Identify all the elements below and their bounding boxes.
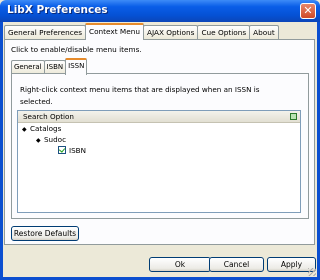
search-option-tree[interactable]: Search Option ◆ Catalogs ◆ Sudoc ISBN: [17, 110, 301, 213]
isbn-checkbox[interactable]: [58, 146, 66, 154]
tree-column-header[interactable]: Search Option: [18, 111, 300, 123]
diamond-icon[interactable]: ◆: [36, 136, 44, 146]
tree-row-label: Catalogs: [30, 124, 62, 133]
title-bar[interactable]: LibX Preferences ✕: [0, 0, 320, 22]
identifier-tab-strip: General ISBN ISSN: [11, 58, 88, 75]
column-picker-icon[interactable]: [290, 113, 297, 120]
tree-row-label: Sudoc: [44, 135, 67, 144]
restore-defaults-button[interactable]: Restore Defaults: [11, 226, 79, 241]
window-frame-left: [0, 22, 3, 280]
tree-row-isbn[interactable]: ISBN: [58, 146, 86, 156]
window-title: LibX Preferences: [7, 4, 108, 16]
close-icon[interactable]: ✕: [300, 3, 316, 19]
diamond-icon[interactable]: ◆: [22, 125, 30, 135]
ok-button[interactable]: Ok: [149, 257, 211, 272]
tree-row-sudoc[interactable]: ◆ Sudoc: [36, 135, 66, 146]
cancel-button[interactable]: Cancel: [209, 257, 264, 272]
instruction-text: Click to enable/disable menu items.: [11, 45, 142, 54]
tab-general-preferences[interactable]: General Preferences: [4, 25, 86, 39]
tree-row-catalogs[interactable]: ◆ Catalogs: [22, 124, 61, 135]
subtab-general[interactable]: General: [11, 60, 45, 74]
search-option-column-label: Search Option: [23, 112, 74, 121]
tab-about[interactable]: About: [249, 25, 279, 39]
preferences-tab-strip: General Preferences Context Menu AJAX Op…: [4, 23, 279, 40]
tab-cue-options[interactable]: Cue Options: [197, 25, 251, 39]
resize-grip[interactable]: [308, 268, 316, 276]
tree-row-label: ISBN: [69, 146, 86, 155]
subtab-isbn[interactable]: ISBN: [43, 60, 67, 74]
issn-description: Right-click context menu items that are …: [20, 85, 260, 106]
libx-preferences-window: LibX Preferences ✕ General Preferences C…: [0, 0, 320, 280]
subtab-issn[interactable]: ISSN: [65, 58, 88, 75]
tab-context-menu[interactable]: Context Menu: [85, 23, 144, 40]
tab-ajax-options[interactable]: AJAX Options: [142, 25, 199, 39]
